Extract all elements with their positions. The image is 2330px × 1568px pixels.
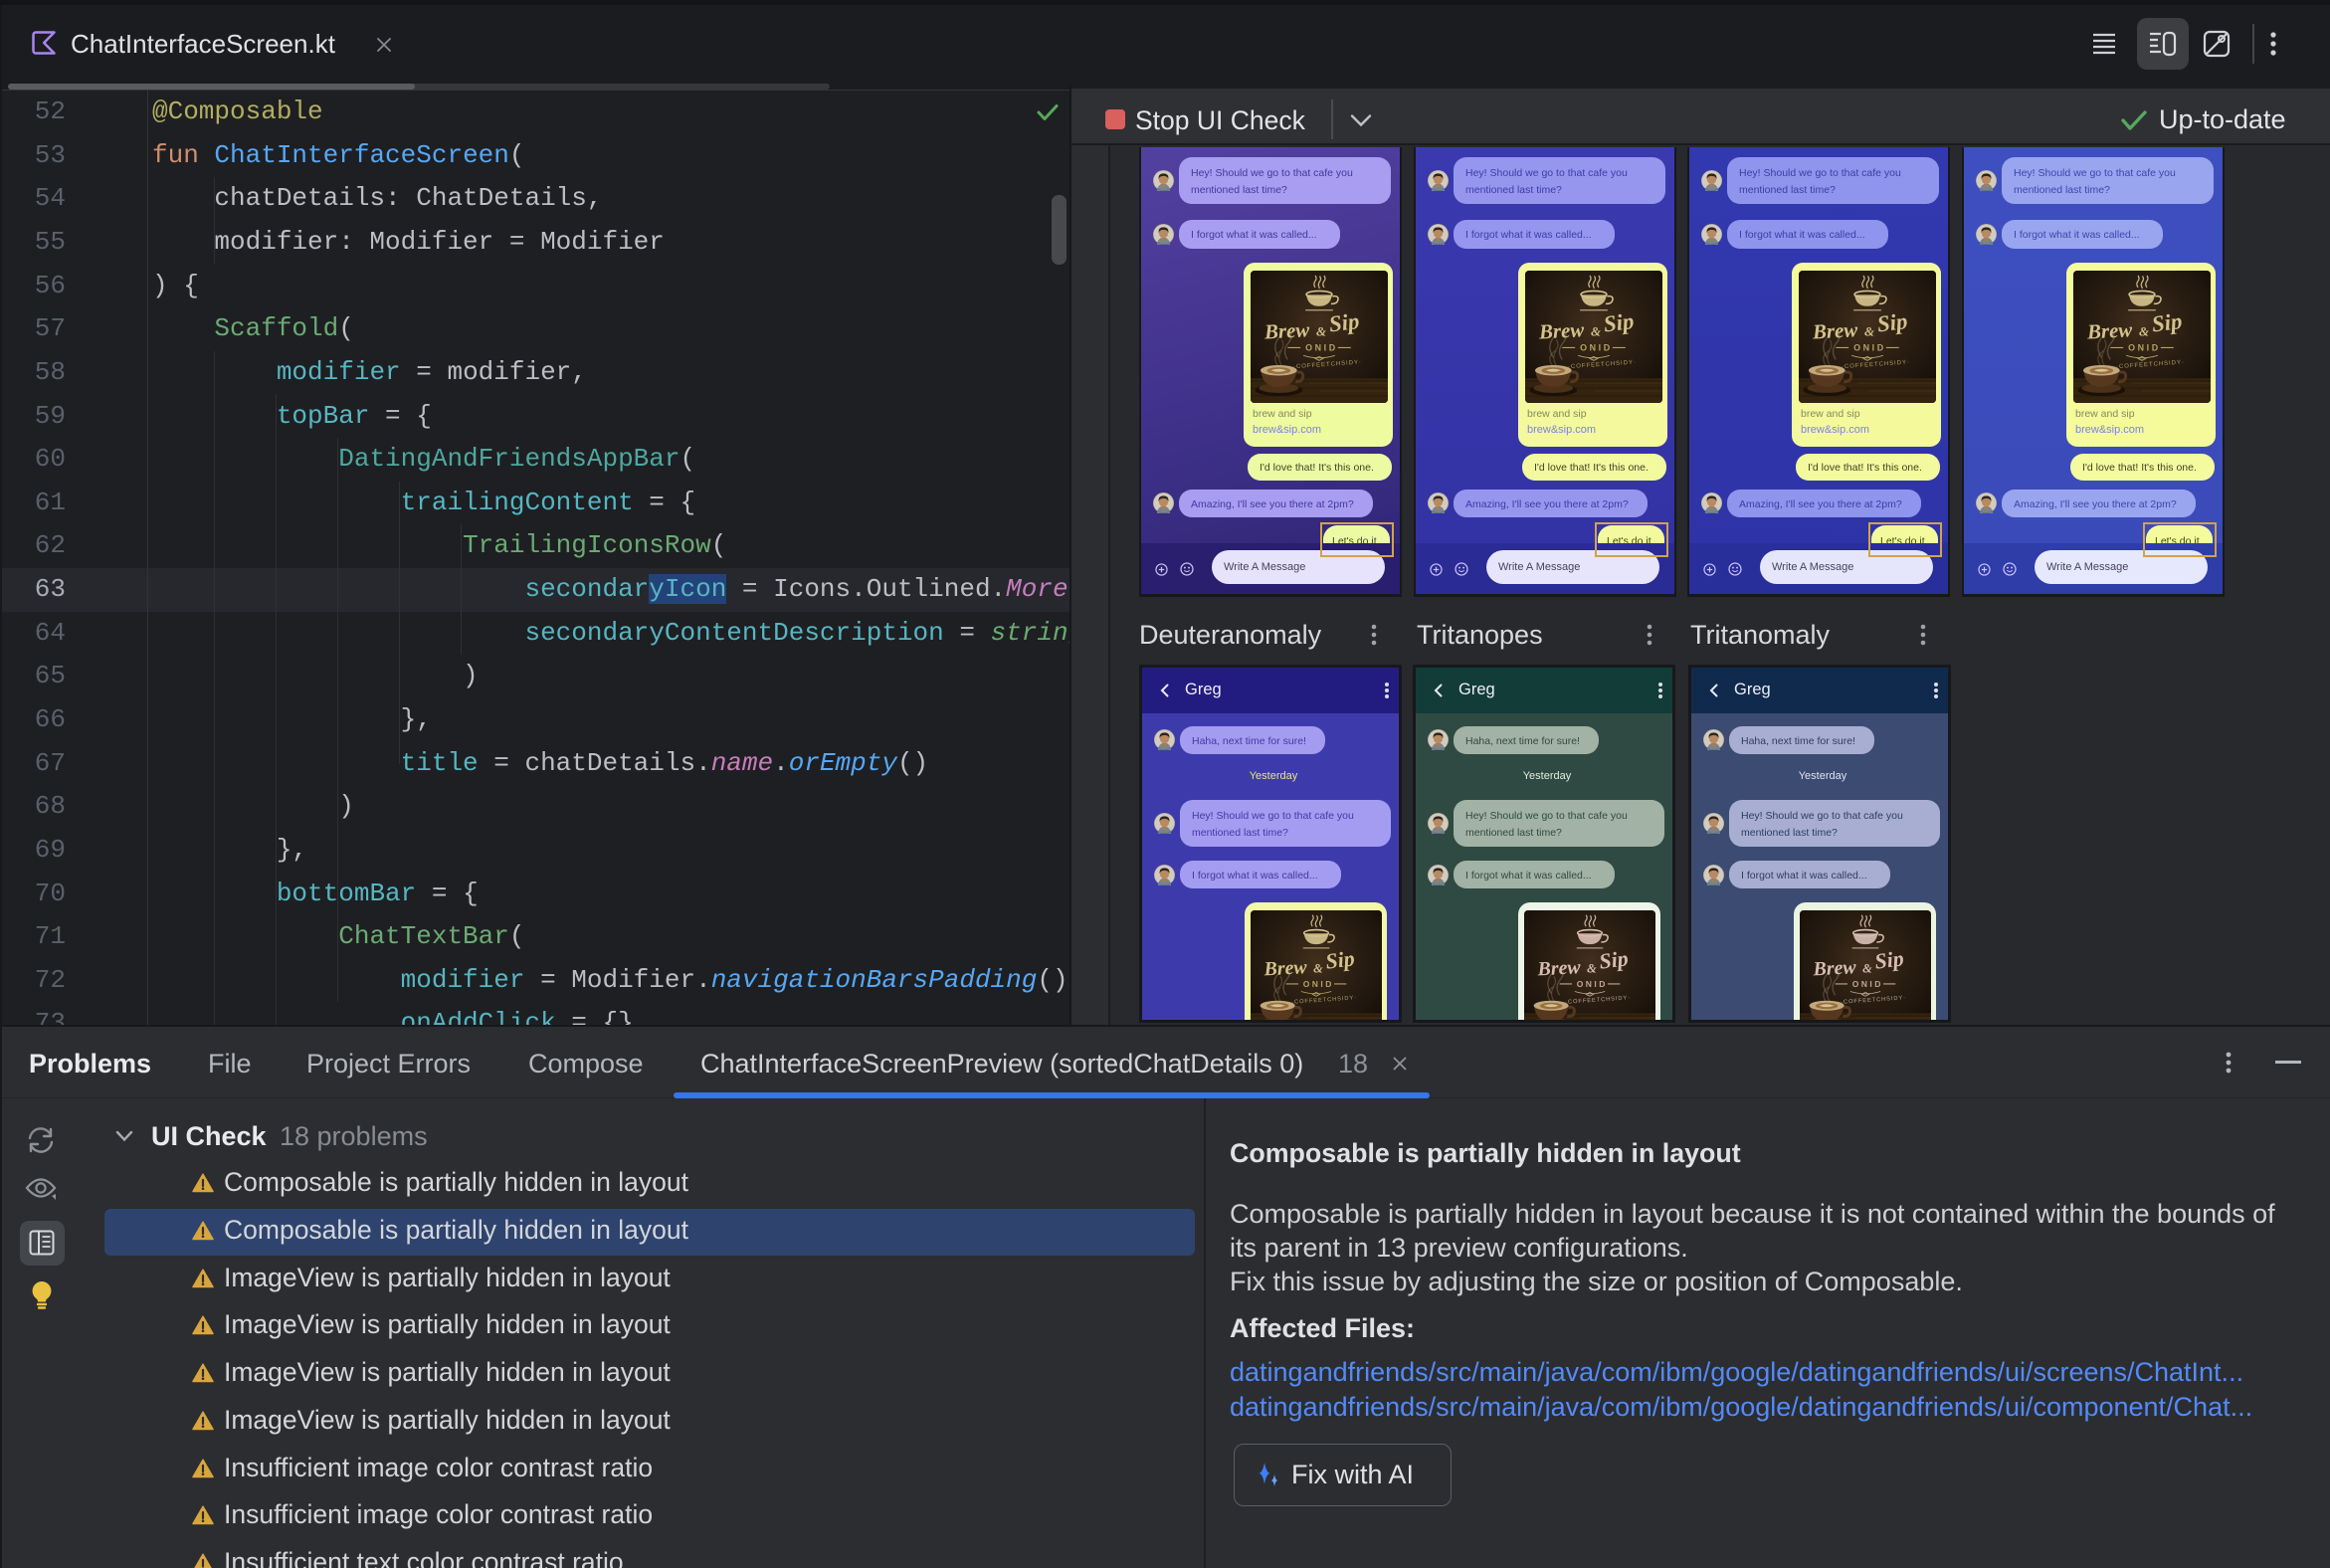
svg-text:Brew: Brew xyxy=(1262,317,1309,343)
svg-text:&: & xyxy=(2139,325,2149,339)
svg-text:ONID: ONID xyxy=(2128,342,2161,352)
svg-text:Brew: Brew xyxy=(1537,317,1584,343)
svg-text:Sip: Sip xyxy=(1327,308,1360,337)
svg-text:Sip: Sip xyxy=(1875,308,1908,337)
svg-text:Brew: Brew xyxy=(2085,317,2132,343)
svg-text:&: & xyxy=(1864,325,1874,339)
svg-text:ONID: ONID xyxy=(1305,342,1338,352)
svg-text:ONID: ONID xyxy=(1580,342,1613,352)
svg-text:&: & xyxy=(1316,325,1326,339)
svg-text:Sip: Sip xyxy=(1602,308,1635,337)
svg-text:ONID: ONID xyxy=(1853,342,1886,352)
svg-text:&: & xyxy=(1591,325,1601,339)
svg-text:Brew: Brew xyxy=(1811,317,1857,343)
svg-text:Sip: Sip xyxy=(2150,308,2183,337)
